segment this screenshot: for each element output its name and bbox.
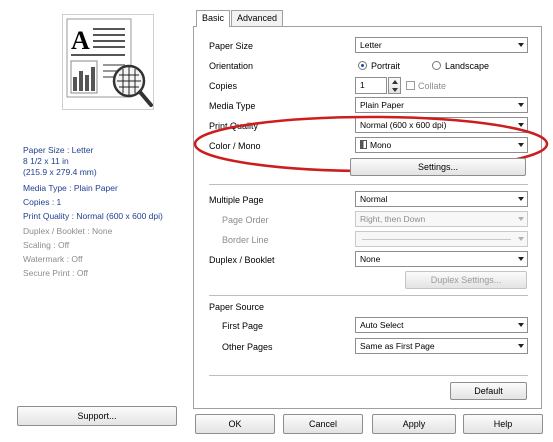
summary-paper-size: Paper Size : Letter (23, 145, 94, 155)
chevron-down-icon (518, 197, 524, 201)
chevron-down-icon (518, 237, 524, 241)
summary-scaling: Scaling : Off (23, 240, 70, 250)
cancel-button[interactable]: Cancel (283, 414, 363, 434)
copies-label: Copies (209, 81, 238, 91)
summary-media-type: Media Type : Plain Paper (23, 183, 118, 193)
ok-button[interactable]: OK (195, 414, 275, 434)
summary-secure-print: Secure Print : Off (23, 268, 89, 278)
chevron-down-icon (518, 43, 524, 47)
paper-source-label: Paper Source (209, 302, 265, 312)
portrait-radio[interactable] (358, 61, 367, 70)
border-line-label: Border Line (222, 235, 269, 245)
orientation-label: Orientation (209, 61, 254, 71)
settings-button[interactable]: Settings... (350, 158, 526, 176)
duplex-booklet-value: None (360, 254, 381, 264)
summary-duplex: Duplex / Booklet : None (23, 226, 113, 236)
landscape-label: Landscape (445, 61, 490, 71)
copies-stepper[interactable] (388, 77, 401, 94)
copies-input[interactable]: 1 (355, 77, 387, 94)
chevron-down-icon (518, 103, 524, 107)
help-button[interactable]: Help (463, 414, 543, 434)
separator (209, 295, 528, 296)
multiple-page-select[interactable]: Normal (355, 191, 528, 207)
chevron-down-icon (518, 323, 524, 327)
landscape-radio[interactable] (432, 61, 441, 70)
separator (209, 375, 528, 376)
summary-watermark: Watermark : Off (23, 254, 83, 264)
other-pages-value: Same as First Page (360, 341, 435, 351)
other-pages-label: Other Pages (222, 342, 273, 352)
support-button[interactable]: Support... (17, 406, 177, 426)
document-preview-icon: A (66, 18, 153, 107)
apply-button[interactable]: Apply (372, 414, 456, 434)
other-pages-select[interactable]: Same as First Page (355, 338, 528, 354)
copies-value: 1 (360, 80, 365, 90)
preview-glyph: A (71, 26, 90, 55)
tab-basic[interactable]: Basic (196, 10, 231, 27)
border-line-select[interactable] (355, 231, 528, 247)
line-style-preview (362, 239, 511, 240)
paper-size-label: Paper Size (209, 41, 254, 51)
chevron-down-icon (518, 344, 524, 348)
summary-print-quality: Print Quality : Normal (600 x 600 dpi) (23, 211, 163, 221)
collate-label: Collate (418, 81, 447, 91)
default-button[interactable]: Default (450, 382, 527, 400)
chevron-down-icon (518, 257, 524, 261)
chevron-down-icon (392, 88, 398, 92)
first-page-value: Auto Select (360, 320, 404, 330)
page-order-select[interactable]: Right, then Down (355, 211, 528, 227)
first-page-label: First Page (222, 321, 264, 331)
page-order-label: Page Order (222, 215, 269, 225)
duplex-booklet-label: Duplex / Booklet (209, 255, 275, 265)
portrait-label: Portrait (371, 61, 401, 71)
summary-paper-dims-inches: 8 1/2 x 11 in (23, 156, 69, 166)
summary-paper-dims-mm: (215.9 x 279.4 mm) (23, 167, 97, 177)
tab-advanced[interactable]: Advanced (231, 10, 284, 26)
separator (209, 184, 528, 185)
chevron-up-icon (392, 80, 398, 84)
first-page-select[interactable]: Auto Select (355, 317, 528, 333)
multiple-page-label: Multiple Page (209, 195, 264, 205)
duplex-settings-button[interactable]: Duplex Settings... (405, 271, 527, 289)
summary-copies: Copies : 1 (23, 197, 62, 207)
page-order-value: Right, then Down (360, 214, 426, 224)
paper-size-value: Letter (360, 40, 382, 50)
duplex-booklet-select[interactable]: None (355, 251, 528, 267)
collate-checkbox[interactable] (406, 81, 415, 90)
multiple-page-value: Normal (360, 194, 388, 204)
chevron-down-icon (518, 217, 524, 221)
paper-size-select[interactable]: Letter (355, 37, 528, 53)
preview-image: A (62, 14, 154, 110)
